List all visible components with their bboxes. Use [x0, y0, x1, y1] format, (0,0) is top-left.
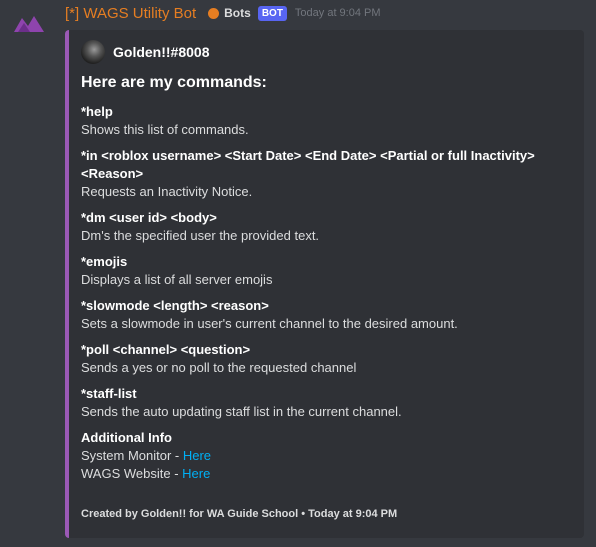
- system-monitor-link[interactable]: Here: [183, 448, 211, 463]
- field-emojis: *emojis Displays a list of all server em…: [81, 253, 576, 289]
- commands-embed: Golden!!#8008 Here are my commands: *hel…: [65, 30, 584, 538]
- system-monitor-label: System Monitor -: [81, 448, 183, 463]
- field-value: Shows this list of commands.: [81, 122, 249, 137]
- embed-fields: *help Shows this list of commands. *in <…: [81, 103, 576, 491]
- website-label: WAGS Website -: [81, 466, 183, 481]
- field-help: *help Shows this list of commands.: [81, 103, 576, 139]
- field-name: *slowmode <length> <reason>: [81, 298, 269, 313]
- field-slowmode: *slowmode <length> <reason> Sets a slowm…: [81, 297, 576, 333]
- field-value: Sends the auto updating staff list in th…: [81, 404, 402, 419]
- message-header: [*] WAGS Utility Bot Bots BOT Today at 9…: [65, 2, 381, 24]
- field-value: Requests an Inactivity Notice.: [81, 184, 253, 199]
- field-poll: *poll <channel> <question> Sends a yes o…: [81, 341, 576, 377]
- field-name: *help: [81, 104, 113, 119]
- field-name: Additional Info: [81, 430, 172, 445]
- website-link[interactable]: Here: [182, 466, 210, 481]
- role-label: Bots: [224, 6, 251, 20]
- embed-author: Golden!!#8008: [81, 40, 209, 64]
- embed-title: Here are my commands:: [81, 74, 267, 91]
- message-timestamp: Today at 9:04 PM: [294, 7, 381, 19]
- field-value: Displays a list of all server emojis: [81, 272, 273, 287]
- field-name: *staff-list: [81, 386, 137, 401]
- field-value: Sends a yes or no poll to the requested …: [81, 360, 357, 375]
- bot-message: [*] WAGS Utility Bot Bots BOT Today at 9…: [0, 0, 596, 547]
- author-name: Golden!!#8008: [113, 44, 210, 60]
- embed-footer: Created by Golden!! for WA Guide School …: [81, 508, 398, 520]
- role-color-dot: [208, 7, 220, 19]
- bot-avatar[interactable]: [14, 10, 44, 34]
- author-avatar: [81, 40, 105, 64]
- system-monitor-line: System Monitor - Here: [81, 447, 576, 465]
- field-staff-list: *staff-list Sends the auto updating staf…: [81, 385, 576, 421]
- role-badge[interactable]: Bots: [208, 6, 251, 20]
- field-value: Sets a slowmode in user's current channe…: [81, 316, 458, 331]
- field-name: *in <roblox username> <Start Date> <End …: [81, 148, 535, 181]
- website-line: WAGS Website - Here: [81, 465, 576, 483]
- field-in: *in <roblox username> <Start Date> <End …: [81, 147, 576, 201]
- field-additional-info: Additional Info System Monitor - Here WA…: [81, 429, 576, 483]
- bot-username[interactable]: [*] WAGS Utility Bot: [65, 5, 196, 22]
- field-value: Dm's the specified user the provided tex…: [81, 228, 320, 243]
- field-name: *emojis: [81, 254, 128, 269]
- field-dm: *dm <user id> <body> Dm's the specified …: [81, 209, 576, 245]
- bot-tag: BOT: [257, 5, 287, 21]
- field-name: *dm <user id> <body>: [81, 210, 217, 225]
- field-name: *poll <channel> <question>: [81, 342, 251, 357]
